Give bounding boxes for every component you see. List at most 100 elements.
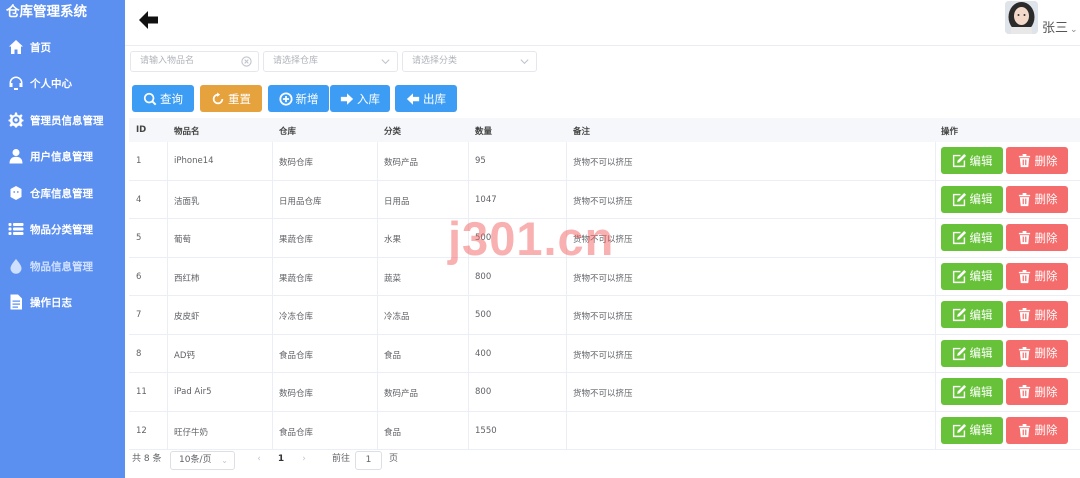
delete-button-label: 删除 bbox=[1034, 192, 1058, 206]
edit-button-label: 编辑 bbox=[969, 192, 993, 206]
col-note-header: 备注 bbox=[573, 127, 591, 137]
edit-button[interactable]: 编辑 bbox=[941, 339, 1003, 367]
edit-icon bbox=[952, 423, 966, 437]
column-divider bbox=[377, 219, 378, 257]
sidebar-item-3[interactable]: 管理员信息管理 bbox=[0, 104, 125, 136]
item-name-search-input[interactable]: 请输入物品名 bbox=[130, 51, 259, 72]
edit-button[interactable]: 编辑 bbox=[941, 262, 1003, 290]
sidebar-item-4[interactable]: 用户信息管理 bbox=[0, 140, 125, 172]
query-button[interactable]: 查询 bbox=[132, 85, 194, 112]
back-arrow-icon[interactable] bbox=[137, 8, 161, 32]
sidebar-item-5[interactable]: 仓库信息管理 bbox=[0, 177, 125, 209]
cell-name: AD钙 bbox=[174, 350, 195, 361]
column-divider bbox=[468, 219, 469, 257]
trash-icon bbox=[1018, 346, 1030, 360]
category-select-placeholder: 请选择分类 bbox=[412, 56, 458, 66]
delete-button[interactable]: 删除 bbox=[1006, 185, 1068, 213]
table-row: 4 洁面乳 日用品仓库 日用品 1047 货物不可以挤压 编辑 删除 bbox=[129, 180, 1080, 219]
edit-icon bbox=[952, 307, 966, 322]
username: 张三 bbox=[1042, 21, 1069, 36]
add-button[interactable]: 新增 bbox=[268, 85, 329, 112]
column-divider bbox=[935, 411, 936, 449]
cell-quantity: 800 bbox=[475, 387, 492, 397]
delete-button[interactable]: 删除 bbox=[1006, 262, 1068, 290]
sidebar-item-label: 物品分类管理 bbox=[30, 223, 93, 236]
trash-icon bbox=[1018, 230, 1030, 245]
clear-icon[interactable] bbox=[241, 56, 252, 67]
trash-icon bbox=[1018, 153, 1030, 168]
sidebar-item-7[interactable]: 物品信息管理 bbox=[0, 250, 125, 282]
column-divider bbox=[566, 334, 567, 372]
cell-note: 货物不可以挤压 bbox=[573, 389, 633, 399]
sidebar-item-1[interactable]: 首页 bbox=[0, 31, 125, 63]
sidebar-item-label: 物品信息管理 bbox=[30, 260, 93, 273]
edit-button[interactable]: 编辑 bbox=[941, 185, 1003, 213]
goto-page-input[interactable]: 1 bbox=[355, 451, 382, 470]
page-size-value: 10条/页 bbox=[179, 455, 212, 465]
search-icon bbox=[143, 92, 157, 105]
cell-name: 洁面乳 bbox=[174, 196, 200, 207]
delete-button[interactable]: 删除 bbox=[1006, 301, 1068, 328]
cell-category: 食品 bbox=[384, 350, 402, 361]
column-divider bbox=[468, 411, 469, 449]
column-divider bbox=[272, 180, 273, 218]
cell-id: 5 bbox=[136, 233, 142, 243]
edit-button[interactable]: 编辑 bbox=[941, 224, 1003, 251]
query-button-label: 查询 bbox=[160, 91, 183, 106]
category-select[interactable]: 请选择分类 bbox=[402, 51, 537, 72]
edit-button[interactable]: 编辑 bbox=[941, 378, 1003, 405]
column-divider bbox=[468, 142, 469, 180]
delete-button[interactable]: 删除 bbox=[1006, 378, 1068, 405]
chevron-down-icon: ⌄ bbox=[1070, 25, 1078, 35]
inbound-button[interactable]: 入库 bbox=[330, 85, 390, 112]
delete-button[interactable]: 删除 bbox=[1006, 416, 1068, 444]
sidebar-item-6[interactable]: 物品分类管理 bbox=[0, 213, 125, 245]
headset-icon bbox=[8, 75, 24, 91]
column-divider bbox=[935, 334, 936, 372]
column-divider bbox=[935, 296, 936, 334]
items-table: ID 物品名 仓库 分类 数量 备注 操作 1 iPhone14 数码仓库 数码产品 9… bbox=[129, 118, 1080, 450]
search-input-placeholder: 请输入物品名 bbox=[140, 56, 195, 66]
cell-note: 货物不可以挤压 bbox=[573, 158, 633, 168]
col-id-header: ID bbox=[136, 125, 147, 135]
reset-button[interactable]: 重置 bbox=[200, 85, 262, 112]
column-divider bbox=[377, 411, 378, 449]
column-divider bbox=[566, 180, 567, 218]
column-divider bbox=[566, 296, 567, 334]
column-divider bbox=[377, 257, 378, 295]
sidebar-item-2[interactable]: 个人中心 bbox=[0, 67, 125, 99]
sidebar-item-8[interactable]: 操作日志 bbox=[0, 286, 125, 318]
cell-warehouse: 果蔬仓库 bbox=[279, 273, 314, 284]
edit-button[interactable]: 编辑 bbox=[941, 416, 1003, 444]
cell-id: 8 bbox=[136, 348, 142, 359]
delete-button[interactable]: 删除 bbox=[1006, 224, 1068, 251]
delete-button-label: 删除 bbox=[1034, 346, 1058, 360]
cell-quantity: 800 bbox=[475, 271, 492, 282]
delete-button[interactable]: 删除 bbox=[1006, 147, 1068, 174]
column-divider bbox=[167, 411, 168, 449]
cell-name: 旺仔牛奶 bbox=[174, 427, 209, 438]
warehouse-select[interactable]: 请选择仓库 bbox=[263, 51, 398, 72]
cell-name: iPad Air5 bbox=[174, 387, 212, 397]
refresh-icon bbox=[212, 91, 224, 104]
user-menu[interactable]: 张三 ⌄ bbox=[1042, 17, 1078, 36]
outbound-button[interactable]: 出库 bbox=[395, 85, 457, 112]
page-size-select[interactable]: 10条/页 ⌄ bbox=[170, 451, 235, 470]
cell-id: 4 bbox=[136, 194, 142, 205]
cell-name: 西红柿 bbox=[174, 273, 200, 284]
edit-button[interactable]: 编辑 bbox=[941, 301, 1003, 328]
delete-button[interactable]: 删除 bbox=[1006, 339, 1068, 367]
next-page-button[interactable]: › bbox=[290, 451, 318, 470]
trash-icon bbox=[1018, 269, 1030, 283]
avatar[interactable] bbox=[1005, 1, 1038, 34]
edit-button[interactable]: 编辑 bbox=[941, 147, 1003, 174]
edit-button-label: 编辑 bbox=[969, 230, 993, 245]
edit-icon bbox=[952, 346, 966, 360]
user-icon bbox=[8, 148, 24, 164]
table-row: 6 西红柿 果蔬仓库 蔬菜 800 货物不可以挤压 编辑 删除 bbox=[129, 257, 1080, 296]
edit-icon bbox=[952, 384, 966, 399]
column-divider bbox=[935, 373, 936, 411]
column-divider bbox=[167, 219, 168, 257]
sidebar-item-label: 管理员信息管理 bbox=[30, 114, 104, 127]
column-divider bbox=[377, 142, 378, 180]
